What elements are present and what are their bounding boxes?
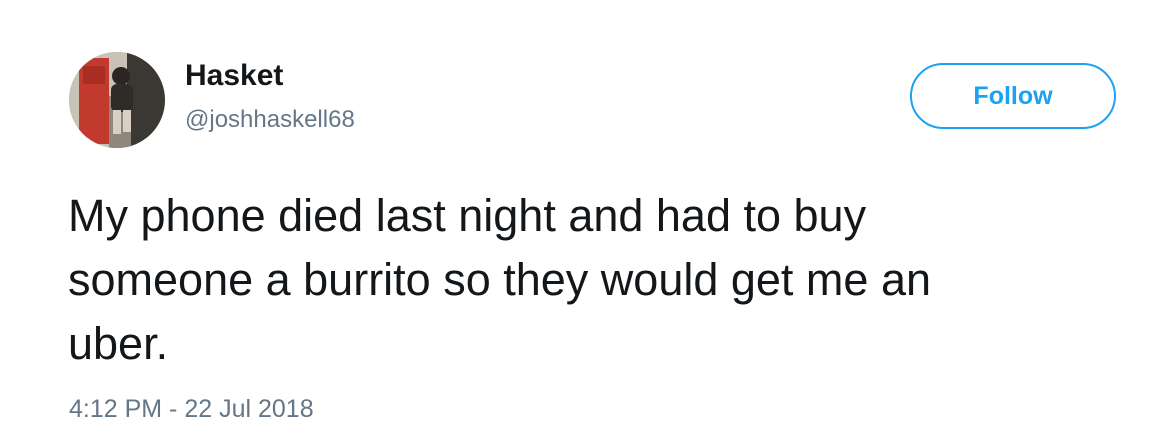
display-name[interactable]: Hasket (185, 58, 283, 94)
tweet-text: My phone died last night and had to buy … (68, 190, 931, 369)
follow-button[interactable]: Follow (910, 63, 1116, 129)
tweet-timestamp[interactable]: 4:12 PM - 22 Jul 2018 (69, 394, 314, 424)
avatar[interactable] (69, 52, 165, 148)
tweet-card: Hasket @joshhaskell68 Follow My phone di… (0, 0, 1156, 448)
user-handle[interactable]: @joshhaskell68 (185, 105, 355, 135)
avatar-photo-icon (69, 52, 165, 148)
